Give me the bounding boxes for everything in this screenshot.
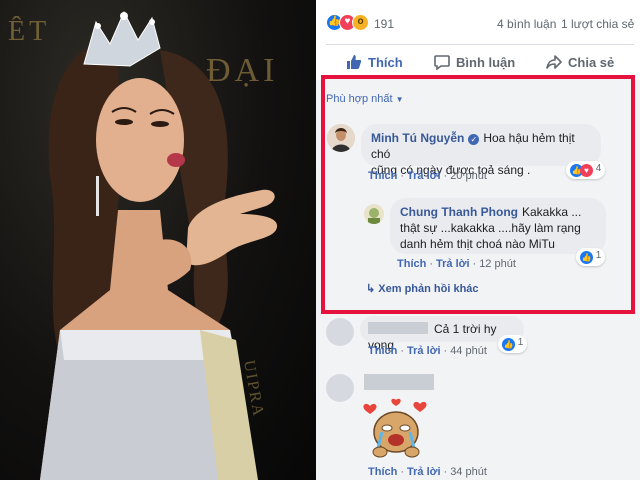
avatar[interactable] bbox=[327, 124, 355, 152]
reply-author[interactable]: Chung Thanh Phong bbox=[400, 205, 518, 219]
share-button[interactable]: Chia sẻ bbox=[546, 54, 614, 70]
redacted-name bbox=[364, 374, 434, 390]
comment-reaction-count: 1 bbox=[517, 337, 524, 348]
news-photo: ĐẠI ÊT UIPRA bbox=[0, 0, 316, 480]
like-icon: 👍 bbox=[502, 338, 515, 351]
woman-with-crown-illustration bbox=[40, 10, 278, 480]
reply-reactions[interactable]: 👍 1 bbox=[576, 248, 606, 266]
comment-time[interactable]: 20 phút bbox=[450, 170, 487, 182]
sort-label: Phù hợp nhất bbox=[326, 93, 393, 105]
love-icon: ♥ bbox=[580, 164, 593, 177]
reply-like-link[interactable]: Thích bbox=[397, 258, 426, 270]
reaction-count[interactable]: 191 bbox=[374, 17, 394, 31]
more-replies-label: Xem phản hồi khác bbox=[378, 283, 479, 295]
comment-reactions[interactable]: 👍 ♥ 4 bbox=[566, 161, 606, 179]
share-button-label: Chia sẻ bbox=[568, 55, 615, 70]
more-replies-link[interactable]: ↳ Xem phản hồi khác bbox=[366, 282, 479, 295]
reply-reaction-count: 1 bbox=[595, 250, 602, 261]
comment-meta: Thích · Trả lời · 44 phút bbox=[368, 345, 487, 357]
comment-bubble: Minh Tú Nguyễn ✓ Hoa hậu hẻm thịt chó cũng… bbox=[361, 124, 601, 177]
comment-button[interactable]: Bình luận bbox=[434, 54, 515, 70]
avatar[interactable] bbox=[326, 318, 354, 346]
comment-like-link[interactable]: Thích bbox=[368, 170, 397, 182]
comment-meta: Thích · Trả lời · 20 phút bbox=[368, 170, 487, 182]
reply-text-line2: thật sự ...kakakka ....hãy làm rạng bbox=[400, 221, 581, 235]
comment-time[interactable]: 34 phút bbox=[450, 466, 487, 478]
comment-reply-link[interactable]: Trả lời bbox=[407, 170, 441, 182]
crying-bear-sticker-icon bbox=[363, 398, 427, 458]
comment-like-link[interactable]: Thích bbox=[368, 345, 397, 357]
shares-count[interactable]: 1 lượt chia sẻ bbox=[561, 17, 634, 31]
reply-meta: Thích · Trả lời · 12 phút bbox=[397, 258, 516, 270]
comments-count[interactable]: 4 bình luận bbox=[497, 17, 556, 31]
avatar[interactable] bbox=[364, 204, 384, 224]
comment-like-link[interactable]: Thích bbox=[368, 466, 397, 478]
verified-badge-icon: ✓ bbox=[468, 134, 480, 145]
comment-sort-dropdown[interactable]: Phù hợp nhất ▼ bbox=[326, 93, 404, 105]
like-button[interactable]: Thích bbox=[346, 54, 403, 70]
reply-arrow-icon: ↳ bbox=[366, 283, 376, 295]
comment-time[interactable]: 44 phút bbox=[450, 345, 487, 357]
reply-reply-link[interactable]: Trả lời bbox=[436, 258, 470, 270]
reply-text-line3: danh hẻm thịt choá nào MiTu bbox=[400, 237, 555, 251]
comment-reaction-count: 4 bbox=[595, 163, 602, 174]
reaction-summary-bar: 👍 ♥ o 191 4 bình luận 1 lượt chia sẻ bbox=[316, 0, 640, 44]
avatar-image bbox=[327, 124, 355, 152]
wow-icon: o bbox=[352, 14, 369, 31]
chevron-down-icon: ▼ bbox=[395, 95, 404, 104]
comment-reply-link[interactable]: Trả lời bbox=[407, 345, 441, 357]
like-icon: 👍 bbox=[580, 251, 593, 264]
avatar[interactable] bbox=[326, 374, 354, 402]
redacted-name bbox=[368, 322, 428, 334]
comment-meta: Thích · Trả lời · 34 phút bbox=[368, 466, 487, 478]
comment-author[interactable]: Minh Tú Nguyễn bbox=[371, 131, 464, 145]
avatar-image bbox=[364, 204, 384, 224]
comment-button-label: Bình luận bbox=[456, 55, 516, 70]
thumbs-up-icon bbox=[347, 55, 362, 69]
comment-reactions[interactable]: 👍 1 bbox=[498, 335, 528, 353]
reply-bubble: Chung Thanh Phong Kakakka ... thật sự ...… bbox=[390, 198, 606, 254]
share-arrow-icon bbox=[546, 55, 562, 69]
comment-icon bbox=[434, 55, 450, 70]
highlight-frame bbox=[321, 75, 635, 314]
reply-time[interactable]: 12 phút bbox=[479, 258, 516, 270]
reply-text-line1: Kakakka ... bbox=[521, 205, 582, 219]
post-action-bar: Thích Bình luận Chia sẻ bbox=[326, 44, 634, 78]
like-button-label: Thích bbox=[368, 55, 403, 70]
sticker-image[interactable] bbox=[360, 398, 432, 462]
comment-reply-link[interactable]: Trả lời bbox=[407, 466, 441, 478]
